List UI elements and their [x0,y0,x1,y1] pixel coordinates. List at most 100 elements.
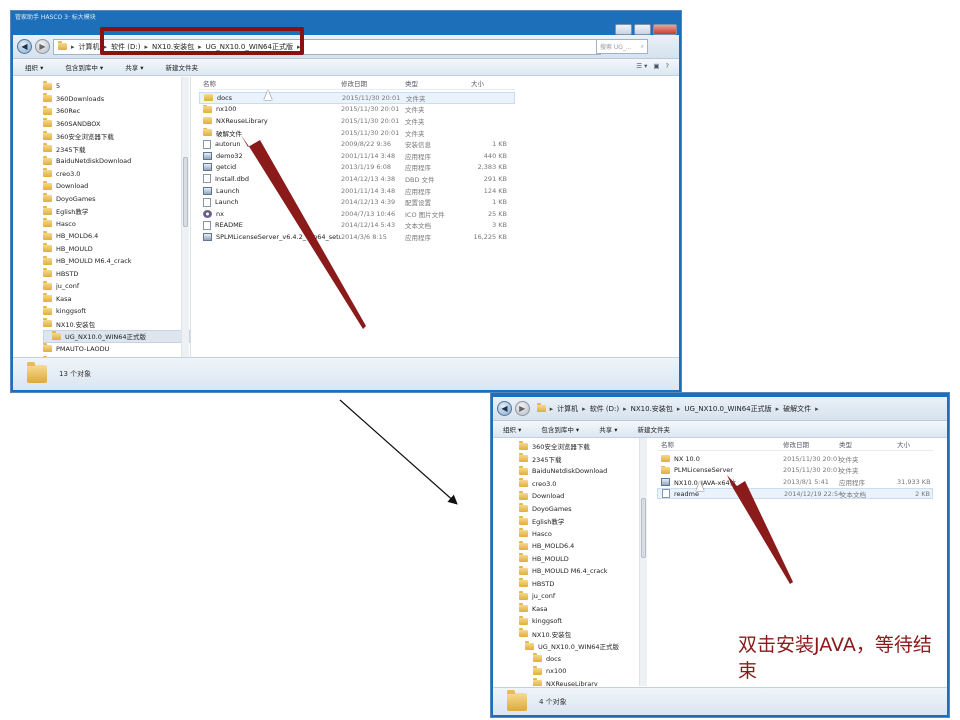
file-row[interactable]: NXReuseLibrary 2015/11/30 20:01 文件夹 [199,115,515,127]
tree-item[interactable]: DoyoGames [43,193,190,206]
breadcrumb-item[interactable]: 软件 (D:) [590,404,619,414]
tree-item[interactable]: NX10.安装包 [43,318,190,331]
back-button[interactable]: ◀ [497,401,512,416]
tree-item[interactable]: ju_conf [519,590,646,603]
tree-item[interactable]: HB_MOULD M6.4_crack [43,255,190,268]
file-row[interactable]: nx 2004/7/13 10:46 ICO 图片文件 25 KB [199,208,515,220]
folder-icon [533,665,542,675]
tree-item[interactable]: Hasco [519,528,646,541]
tree-item[interactable]: HB_MOLD6.4 [43,230,190,243]
tree-item[interactable]: BaiduNetdiskDownload [519,465,646,478]
forward-button[interactable]: ▶ [35,39,50,54]
tree-item[interactable]: creo3.0 [43,168,190,181]
file-row[interactable]: README 2014/12/14 5:43 文本文档 3 KB [199,220,515,232]
tree-item[interactable]: kinggsoft [519,615,646,628]
tree-item[interactable]: NX10.安装包 [519,628,646,641]
breadcrumb[interactable]: ▸ 计算机 ▸ 软件 (D:) ▸ NX10.安装包 ▸ UG_NX10.0_W… [533,401,947,417]
tree-item[interactable]: Download [43,180,190,193]
tree-item[interactable]: 2345下载 [43,143,190,156]
tree-item[interactable]: Download [519,490,646,503]
tree-item[interactable]: 5 [43,80,190,93]
scrollbar-thumb[interactable] [641,498,646,558]
tree-item[interactable]: 360安全浏览器下载 [519,440,646,453]
tree-item[interactable]: 360Downloads [43,93,190,106]
tree-item[interactable]: HBSTD [43,268,190,281]
minimize-button[interactable] [615,24,632,35]
organize-button[interactable]: 组织 ▾ [503,424,521,434]
file-row[interactable]: autorun 2009/8/22 9:36 安装信息 1 KB [199,138,515,150]
breadcrumb-item[interactable]: 计算机 [557,404,578,414]
tree-item[interactable]: Eglish教学 [519,515,646,528]
tree-item[interactable]: DoyoGames [519,503,646,516]
share-button[interactable]: 共享 ▾ [125,62,143,72]
tree-item[interactable]: creo3.0 [519,478,646,491]
column-date[interactable]: 修改日期 [341,78,405,88]
item-count: 4 个对象 [539,697,567,706]
tree-item[interactable]: Kasa [519,603,646,616]
include-in-library-button[interactable]: 包含到库中 ▾ [65,62,103,72]
file-row[interactable]: getcid 2013/1/19 6:08 应用程序 2,383 KB [199,162,515,174]
column-type[interactable]: 类型 [839,439,897,449]
tree-item[interactable]: BaiduNetdiskDownload [43,155,190,168]
file-row[interactable]: 破解文件 2015/11/30 20:01 文件夹 [199,127,515,139]
file-row[interactable]: NX 10.0 2015/11/30 20:01 文件夹 [657,453,933,465]
file-row[interactable]: docs 2015/11/30 20:01 文件夹 [199,92,515,104]
column-name[interactable]: 名称 [199,78,341,88]
tree-item[interactable]: 360安全浏览器下载 [43,130,190,143]
tree-item[interactable]: Kasa [43,293,190,306]
file-row[interactable]: demo32 2001/11/14 3:48 应用程序 440 KB [199,150,515,162]
column-size[interactable]: 大小 [471,78,511,88]
tree-item[interactable]: Eglish教学 [43,205,190,218]
tree-item[interactable]: UG_NX10.0_WIN64正式版 [519,640,646,653]
help-icon[interactable]: ? [666,62,669,70]
tree-item[interactable]: HB_MOULD [43,243,190,256]
search-input[interactable]: 搜索 UG_... ⌕ [596,39,648,54]
new-folder-button[interactable]: 新建文件夹 [166,62,199,72]
maximize-button[interactable] [634,24,651,35]
tree-item[interactable]: Hasco [43,218,190,231]
tree-item[interactable]: UG_NX10.0_WIN64正式版 [43,330,190,343]
scrollbar-thumb[interactable] [183,157,188,227]
tree-item[interactable]: ju_conf [43,280,190,293]
tree-item[interactable]: NXReuseLibrary [519,678,646,686]
file-row[interactable]: PLMLicenseServer 2015/11/30 20:01 文件夹 [657,465,933,477]
column-size[interactable]: 大小 [897,439,933,449]
tree-item[interactable]: HB_MOULD M6.4_crack [519,565,646,578]
column-name[interactable]: 名称 [657,439,783,449]
tree-item[interactable]: 360Rec [43,105,190,118]
share-button[interactable]: 共享 ▾ [599,424,617,434]
include-in-library-button[interactable]: 包含到库中 ▾ [541,424,579,434]
tree-item-label: ju_conf [56,282,80,291]
tree-item[interactable]: 2345下载 [519,453,646,466]
file-row[interactable]: Install.dbd 2014/12/13 4:38 DBD 文件 291 KB [199,173,515,185]
breadcrumb-item[interactable]: 计算机 [79,42,100,52]
preview-pane-icon[interactable]: ▣ [653,62,659,70]
new-folder-button[interactable]: 新建文件夹 [638,424,671,434]
tree-item[interactable]: 360SANDBOX [43,118,190,131]
tree-item[interactable]: docs [519,653,646,666]
column-date[interactable]: 修改日期 [783,439,839,449]
tree-item[interactable]: PMAUTO-LAODU [43,343,190,356]
navigation-scrollbar[interactable] [639,438,647,686]
file-date: 2015/11/30 20:01 [341,116,400,125]
tree-item[interactable]: HB_MOULD [519,553,646,566]
column-type[interactable]: 类型 [405,78,471,88]
tree-item[interactable]: nx100 [519,665,646,678]
file-row[interactable]: Launch 2014/12/13 4:39 配置设置 1 KB [199,196,515,208]
organize-button[interactable]: 组织 ▾ [25,62,43,72]
back-button[interactable]: ◀ [17,39,32,54]
breadcrumb-item[interactable]: 破解文件 [783,404,811,414]
view-options-icon[interactable]: ☰ ▾ [636,62,647,70]
close-button[interactable] [653,24,677,35]
file-type: 文件夹 [839,455,859,464]
tree-item[interactable]: HB_MOLD6.4 [519,540,646,553]
file-row[interactable]: nx100 2015/11/30 20:01 文件夹 [199,104,515,116]
forward-button[interactable]: ▶ [514,401,530,416]
navigation-scrollbar[interactable] [181,77,189,371]
breadcrumb-item[interactable]: NX10.安装包 [631,404,673,414]
breadcrumb-item[interactable]: UG_NX10.0_WIN64正式版 [684,404,771,414]
tree-item[interactable]: kinggsoft [43,305,190,318]
file-row[interactable]: SPLMLicenseServer_v6.4.2_win64_setup 2014… [199,231,515,243]
tree-item[interactable]: HBSTD [519,578,646,591]
file-row[interactable]: Launch 2001/11/14 3:48 应用程序 124 KB [199,185,515,197]
